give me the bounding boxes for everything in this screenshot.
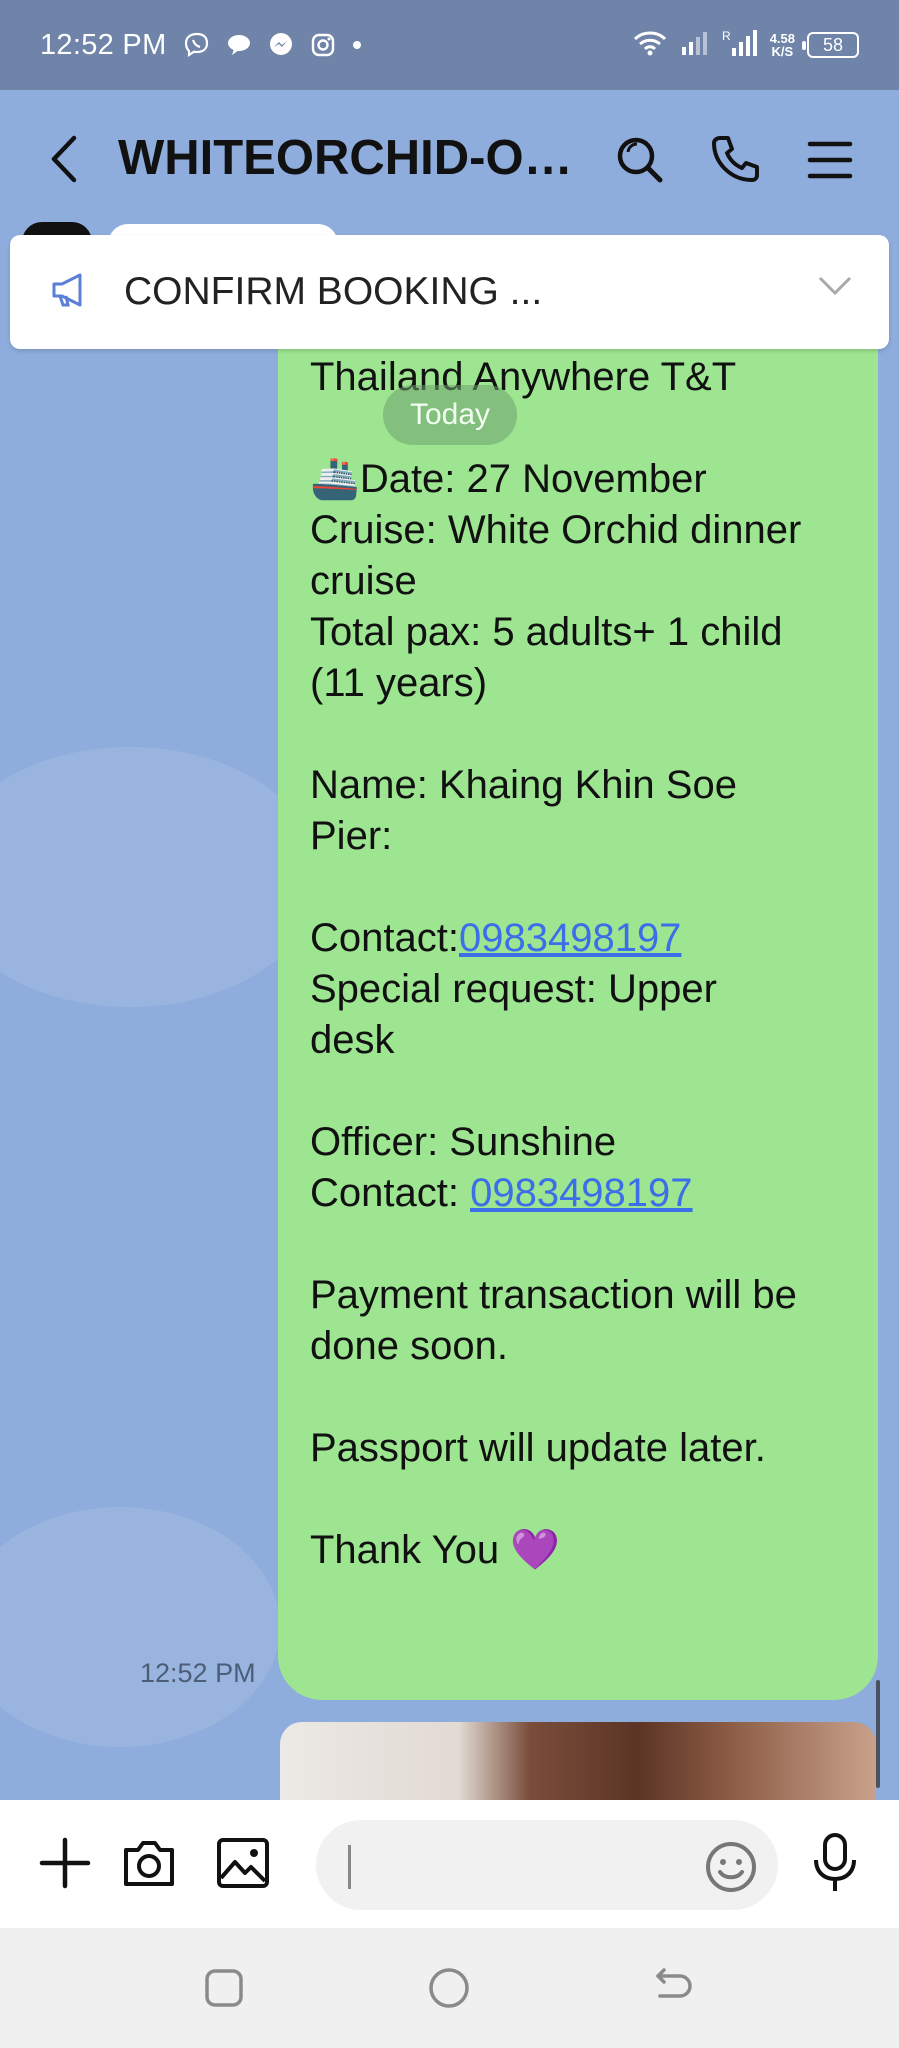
phone-link[interactable]: 0983498197 (470, 1171, 692, 1215)
menu-icon (807, 141, 853, 179)
date-separator: Today (383, 385, 517, 445)
phone-icon (712, 136, 759, 182)
announcement-text: CONFIRM BOOKING ... (124, 270, 543, 313)
chat-bubble-icon (225, 31, 253, 59)
signal-roaming-icon: R (722, 28, 758, 63)
signal-icon (680, 29, 710, 62)
image-icon[interactable] (215, 1836, 271, 1895)
chat-header: WHITEORCHID-ON... (0, 90, 899, 227)
scrollbar[interactable] (876, 1680, 880, 1788)
heart-emoji: 💜 (510, 1528, 560, 1572)
text-cursor (348, 1845, 351, 1889)
megaphone-icon (50, 272, 90, 313)
battery-indicator: 58 (802, 32, 859, 58)
recent-apps-icon[interactable] (202, 1966, 246, 2015)
search-icon (617, 137, 663, 183)
announcement-banner[interactable]: CONFIRM BOOKING ... (10, 235, 889, 349)
back-button[interactable] (44, 134, 84, 184)
message-text[interactable]: Thailand Anywhere T&T 🚢Date: 27 November… (310, 352, 870, 1576)
message-timestamp: 12:52 PM (140, 1658, 256, 1688)
chat-title[interactable]: WHITEORCHID-ON... (118, 130, 573, 186)
system-nav-bar (0, 1928, 899, 2048)
search-button[interactable] (612, 132, 668, 188)
home-icon[interactable] (427, 1966, 471, 2015)
phone-link[interactable]: 0983498197 (459, 916, 681, 960)
input-bar (0, 1800, 899, 1928)
ship-emoji: 🚢 (310, 457, 360, 501)
dot-icon (351, 39, 363, 51)
image-message[interactable] (280, 1722, 876, 1802)
wifi-icon (632, 29, 668, 62)
status-bar: 12:52 PM R 4.58 K/S 58 (0, 0, 899, 90)
emoji-icon[interactable] (704, 1840, 758, 1899)
status-time: 12:52 PM (40, 28, 167, 61)
back-icon (51, 135, 77, 183)
menu-button[interactable] (802, 132, 858, 188)
viber-icon (183, 31, 211, 59)
back-nav-icon[interactable] (650, 1966, 694, 2015)
call-button[interactable] (706, 132, 762, 188)
messenger-icon (267, 31, 295, 59)
microphone-icon[interactable] (808, 1832, 862, 1899)
instagram-icon (309, 31, 337, 59)
background-cloud (0, 747, 320, 1007)
chevron-down-icon[interactable] (817, 275, 853, 302)
background-cloud (0, 1507, 280, 1747)
camera-icon[interactable] (120, 1836, 178, 1895)
svg-text:R: R (722, 29, 731, 43)
network-speed: 4.58 K/S (769, 31, 795, 59)
plus-icon[interactable] (38, 1836, 92, 1895)
